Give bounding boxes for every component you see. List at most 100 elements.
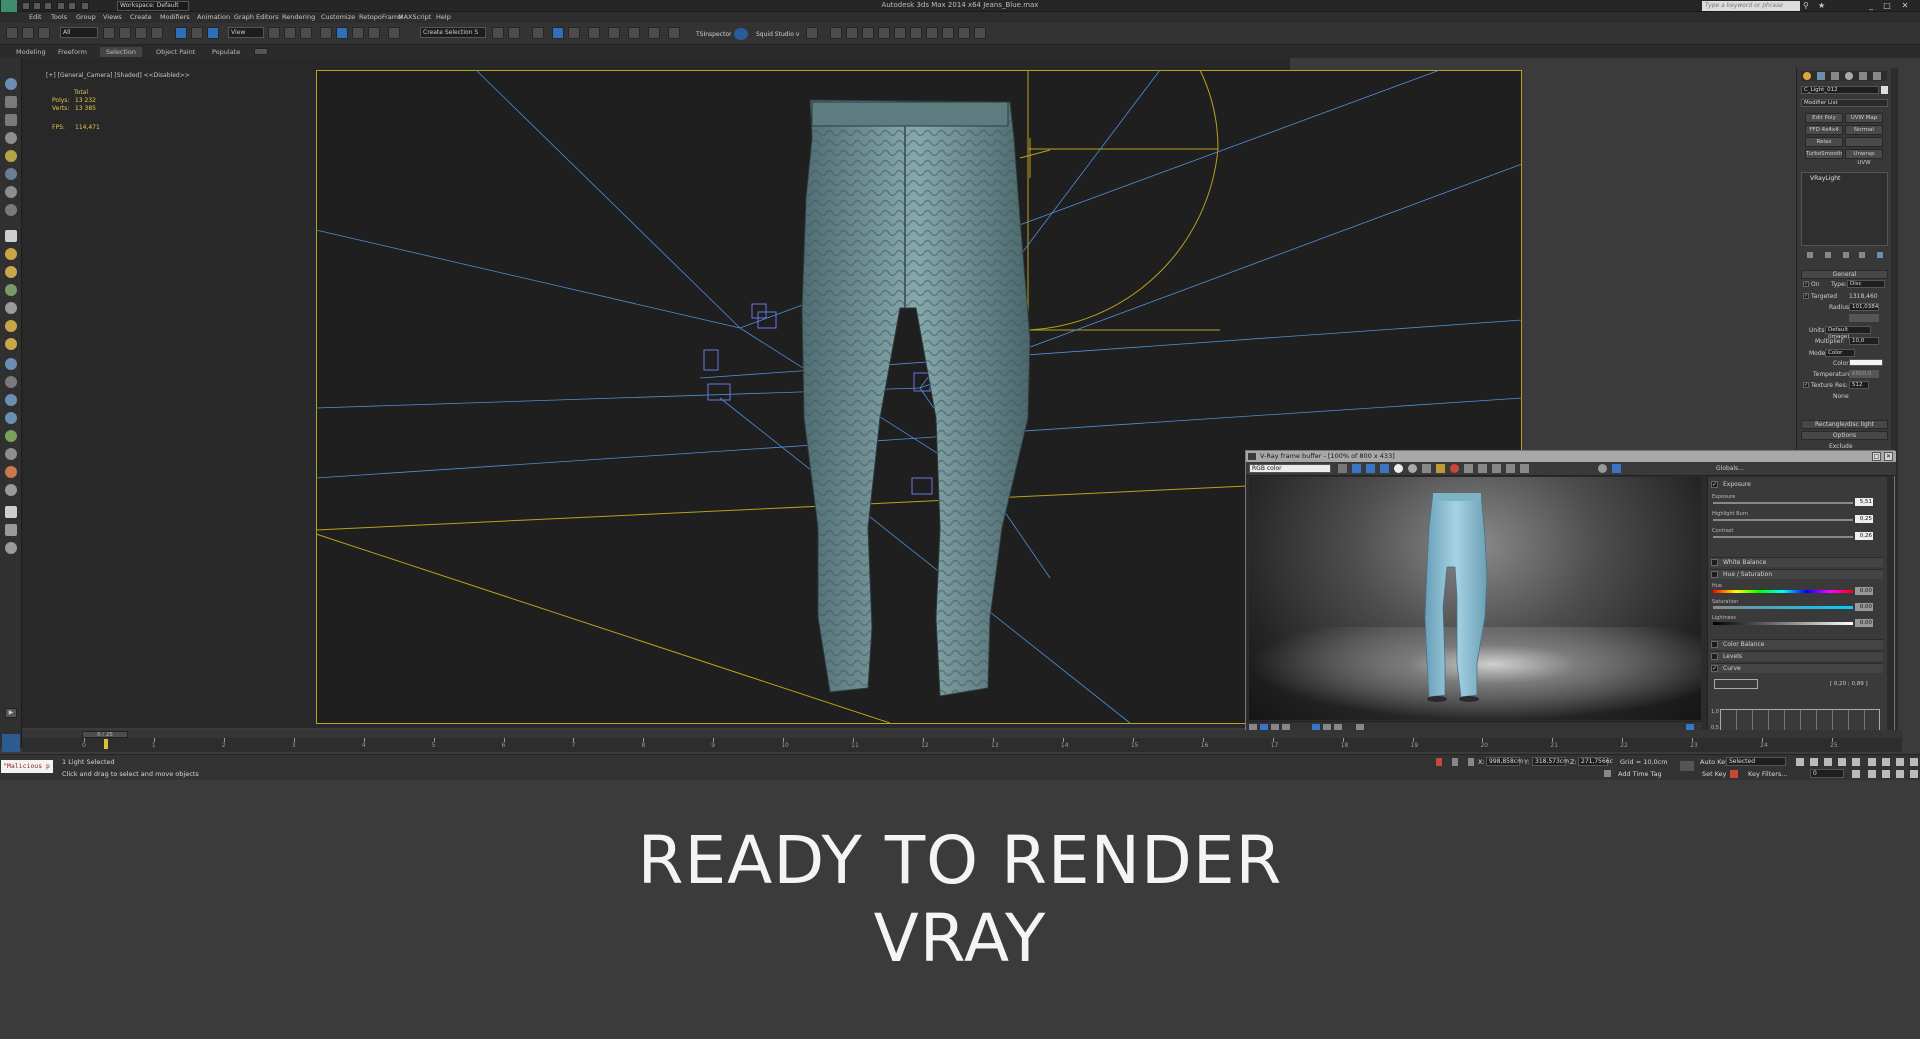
play-icon[interactable]: [1824, 758, 1832, 766]
bind-space-warp-icon[interactable]: [38, 27, 50, 39]
plugin-logo-icon[interactable]: [734, 28, 748, 40]
help-icon[interactable]: ★: [1818, 1, 1828, 11]
window-crossing-icon[interactable]: [151, 27, 163, 39]
vray-frame-buffer-window[interactable]: V-Ray frame buffer - [100% of 800 x 433]…: [1245, 450, 1896, 745]
light-color-swatch[interactable]: [1849, 359, 1883, 366]
tsinspector-label[interactable]: TSInspector: [696, 31, 731, 38]
red-channel-icon[interactable]: [1352, 464, 1361, 473]
res-field[interactable]: 512: [1849, 381, 1869, 389]
key-filters-button[interactable]: Key Filters...: [1748, 770, 1788, 778]
ffd-button[interactable]: FFD 4x4x4: [1805, 125, 1843, 135]
lock-selection-icon[interactable]: [1452, 758, 1458, 766]
lightness-slider[interactable]: [1713, 622, 1853, 625]
named-selection-dropdown[interactable]: Create Selection S: [420, 27, 486, 38]
modify-tab-icon[interactable]: [1817, 72, 1825, 80]
empty-modifier-button[interactable]: [1845, 137, 1883, 147]
mirror-icon[interactable]: [492, 27, 504, 39]
uvw-map-button[interactable]: UVW Map: [1845, 113, 1883, 123]
display-tab-icon[interactable]: [1859, 72, 1867, 80]
exclude-button[interactable]: Exclude: [1829, 443, 1853, 450]
saturation-value[interactable]: 0,00: [1855, 603, 1873, 611]
isolate-icon[interactable]: [1436, 758, 1442, 766]
tool-9-icon[interactable]: [974, 27, 986, 39]
menu-create[interactable]: Create: [130, 13, 152, 21]
field-of-view-icon[interactable]: [1868, 770, 1876, 778]
snaps-toggle-icon[interactable]: [320, 27, 332, 39]
pan-view-icon[interactable]: [1882, 770, 1890, 778]
remove-modifier-icon[interactable]: [1859, 252, 1865, 258]
tab-modeling[interactable]: Modeling: [10, 47, 52, 57]
normal-button[interactable]: Normal: [1845, 125, 1883, 135]
hue-value[interactable]: 0,00: [1855, 587, 1873, 595]
tool-8-icon[interactable]: [942, 27, 954, 39]
key-icon[interactable]: [1680, 761, 1694, 771]
percent-snap-icon[interactable]: [352, 27, 364, 39]
tab-populate[interactable]: Populate: [206, 47, 246, 57]
key-mode-icon[interactable]: [1730, 770, 1738, 778]
go-to-start-icon[interactable]: [1796, 758, 1804, 766]
select-by-name-icon[interactable]: [119, 27, 131, 39]
material-editor-icon[interactable]: [608, 27, 620, 39]
hierarchy-tab-icon[interactable]: [1831, 72, 1839, 80]
align-icon[interactable]: [508, 27, 520, 39]
levels-checkbox[interactable]: [1711, 653, 1718, 660]
track-bar[interactable]: 0 1 2 3 4 5 6 7 8 9 10 11 12 13 14 15 16 17 18 19 20 21 22 23 24…: [22, 738, 1902, 752]
vfb-maximize-button[interactable]: □: [1872, 452, 1881, 461]
menu-views[interactable]: Views: [103, 13, 122, 21]
relax-button[interactable]: Relax: [1805, 137, 1843, 147]
curve-checkbox[interactable]: ✓: [1711, 665, 1718, 672]
options-rollout[interactable]: Options: [1801, 431, 1888, 440]
white-balance-checkbox[interactable]: [1711, 559, 1718, 566]
time-config-icon[interactable]: [1852, 770, 1860, 778]
contrast-value[interactable]: 0,26: [1855, 532, 1873, 540]
add-time-tag[interactable]: Add Time Tag: [1618, 770, 1662, 778]
globals-button[interactable]: Globals...: [1716, 465, 1744, 472]
zoom-all-icon[interactable]: [1882, 758, 1890, 766]
menu-modifiers[interactable]: Modifiers: [160, 13, 190, 21]
exposure-value[interactable]: 5,51: [1855, 498, 1873, 506]
time-slider-thumb[interactable]: 0 / 25: [82, 731, 128, 738]
menu-customize[interactable]: Customize: [321, 13, 355, 21]
link-vfb-icon[interactable]: [1492, 464, 1501, 473]
unlink-icon[interactable]: [22, 27, 34, 39]
menu-retopoframe[interactable]: RetopoFrame: [359, 13, 402, 21]
exposure-checkbox[interactable]: ✓: [1711, 481, 1718, 488]
menu-edit[interactable]: Edit: [29, 13, 42, 21]
vfb-close-button[interactable]: ✕: [1884, 452, 1893, 461]
tab-freeform[interactable]: Freeform: [52, 47, 93, 57]
menu-rendering[interactable]: Rendering: [282, 13, 315, 21]
color-balance-checkbox[interactable]: [1711, 641, 1718, 648]
region-render-icon[interactable]: [1478, 464, 1487, 473]
edit-poly-button[interactable]: Edit Poly: [1805, 113, 1843, 123]
turbosmooth-button[interactable]: TurboSmooth: [1805, 149, 1843, 159]
rendered-frame-window-icon[interactable]: [648, 27, 660, 39]
blue-channel-icon[interactable]: [1380, 464, 1389, 473]
track-mouse-icon[interactable]: [1464, 464, 1473, 473]
tab-object-paint[interactable]: Object Paint: [150, 47, 201, 57]
utilities-tab-icon[interactable]: [1873, 72, 1881, 80]
manipulate-icon[interactable]: [284, 27, 296, 39]
texture-checkbox[interactable]: ✓: [1803, 382, 1809, 388]
highlight-burn-slider[interactable]: [1713, 519, 1853, 521]
contrast-slider[interactable]: [1713, 536, 1853, 538]
y-coordinate-field[interactable]: 318,573cm: [1532, 757, 1569, 766]
zoom-icon[interactable]: [1868, 758, 1876, 766]
graphite-toolbar-icon[interactable]: [552, 27, 564, 39]
rectangular-selection-icon[interactable]: [135, 27, 147, 39]
menu-tools[interactable]: Tools: [51, 13, 67, 21]
absolute-mode-icon[interactable]: [1468, 758, 1474, 766]
maximize-viewport-icon[interactable]: [1910, 758, 1918, 766]
tool-4-icon[interactable]: [878, 27, 890, 39]
layer-manager-icon[interactable]: [532, 27, 544, 39]
mode-dropdown[interactable]: Color: [1825, 349, 1855, 357]
save-image-icon[interactable]: [1338, 464, 1347, 473]
edit-named-selection-icon[interactable]: [388, 27, 400, 39]
temperature-field[interactable]: 6500,0: [1849, 370, 1879, 378]
menu-animation[interactable]: Animation: [197, 13, 230, 21]
x-coordinate-field[interactable]: 998,858cm: [1486, 757, 1523, 766]
mini-curve-editor-icon[interactable]: [2, 734, 20, 752]
next-frame-icon[interactable]: [1838, 758, 1846, 766]
load-icon[interactable]: [1436, 464, 1445, 473]
select-and-rotate-icon[interactable]: [191, 27, 203, 39]
current-frame-field[interactable]: 0: [1810, 769, 1844, 778]
